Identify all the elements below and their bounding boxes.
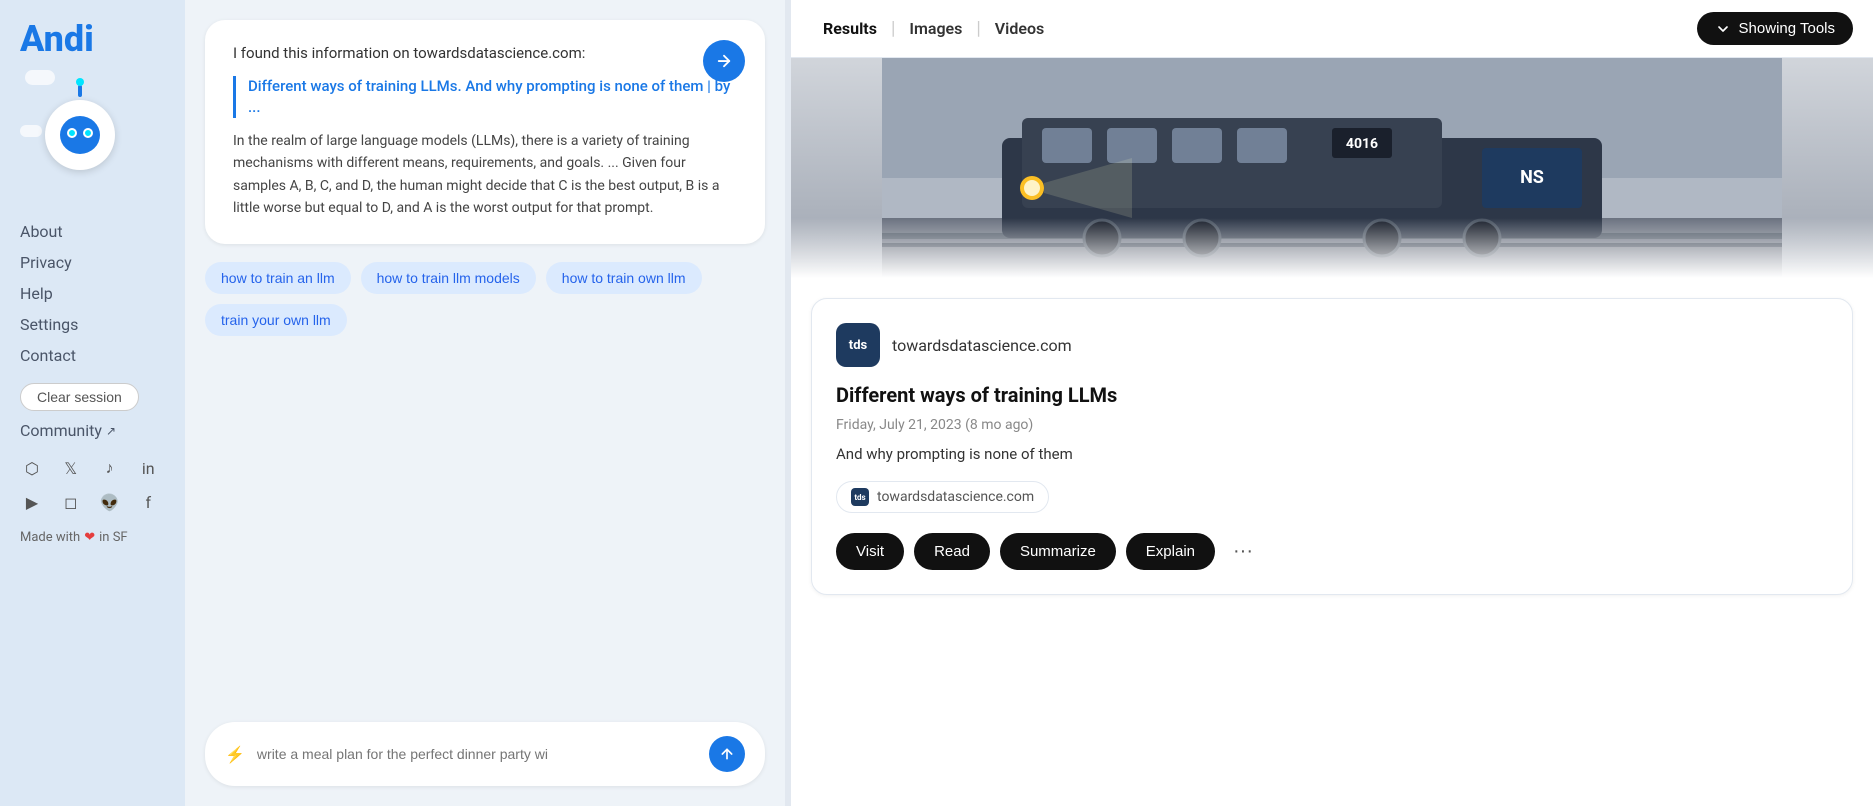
tab-separator-1: |	[889, 18, 897, 39]
results-panel: Results | Images | Videos Showing Tools	[791, 0, 1873, 806]
twitter-icon[interactable]: 𝕏	[59, 456, 83, 480]
sidebar-nav: About Privacy Help Settings Contact	[20, 220, 165, 367]
social-icons-grid: ⬡ 𝕏 ♪ in ▶ ◻ 👽 f	[20, 456, 165, 514]
arrow-right-icon	[715, 52, 733, 70]
robot-body	[45, 100, 115, 170]
tab-results[interactable]: Results	[811, 13, 889, 44]
community-link[interactable]: Community ↗	[20, 421, 116, 440]
tab-separator-2: |	[974, 18, 982, 39]
tiktok-icon[interactable]: ♪	[98, 456, 122, 480]
cloud-decoration	[25, 70, 55, 85]
pill-domain-label: towardsdatascience.com	[877, 489, 1034, 505]
chat-bubble: I found this information on towardsdatas…	[205, 20, 765, 244]
sidebar-item-contact[interactable]: Contact	[20, 344, 165, 367]
send-button[interactable]	[709, 736, 745, 772]
robot-eye-right	[83, 128, 93, 138]
explain-button[interactable]: Explain	[1126, 533, 1215, 570]
chat-body-text: In the realm of large language models (L…	[233, 130, 737, 220]
chat-bubble-header: I found this information on towardsdatas…	[233, 44, 737, 62]
chevron-down-icon	[1715, 21, 1731, 37]
result-date: Friday, July 21, 2023 (8 mo ago)	[836, 417, 1828, 433]
made-with-label: Made with ❤ in SF	[20, 530, 128, 545]
train-image: 4016 NS	[791, 58, 1873, 278]
result-card: tds towardsdatascience.com Different way…	[811, 298, 1853, 595]
chip-4[interactable]: train your own llm	[205, 304, 347, 336]
chat-panel: I found this information on towardsdatas…	[185, 0, 785, 806]
result-source-pill: tds towardsdatascience.com	[836, 481, 1049, 513]
chip-2[interactable]: how to train llm models	[361, 262, 536, 294]
chat-source-link[interactable]: Different ways of training LLMs. And why…	[233, 76, 737, 118]
lightning-icon: ⚡	[225, 745, 245, 764]
chip-3[interactable]: how to train own llm	[546, 262, 702, 294]
instagram-icon[interactable]: ◻	[59, 490, 83, 514]
chat-input-area: ⚡	[205, 722, 765, 786]
result-title: Different ways of training LLMs	[836, 383, 1828, 407]
clear-session-button[interactable]: Clear session	[20, 383, 139, 411]
results-header: Results | Images | Videos Showing Tools	[791, 0, 1873, 58]
reddit-icon[interactable]: 👽	[98, 490, 122, 514]
discord-icon[interactable]: ⬡	[20, 456, 44, 480]
linkedin-icon[interactable]: in	[136, 456, 160, 480]
results-content: 4016 NS	[791, 58, 1873, 806]
source-domain-label: towardsdatascience.com	[892, 336, 1072, 355]
chat-arrow-button[interactable]	[703, 40, 745, 82]
heart-icon: ❤	[84, 530, 95, 545]
result-source-row: tds towardsdatascience.com	[836, 323, 1828, 367]
youtube-icon[interactable]: ▶	[20, 490, 44, 514]
external-link-icon: ↗	[106, 424, 116, 438]
result-description: And why prompting is none of them	[836, 445, 1828, 463]
tab-videos[interactable]: Videos	[983, 13, 1056, 44]
sidebar-item-settings[interactable]: Settings	[20, 313, 165, 336]
facebook-icon[interactable]: f	[136, 490, 160, 514]
chip-1[interactable]: how to train an llm	[205, 262, 351, 294]
summarize-button[interactable]: Summarize	[1000, 533, 1116, 570]
image-fade-gradient	[791, 218, 1873, 278]
app-logo: Andi	[20, 18, 94, 60]
showing-tools-button[interactable]: Showing Tools	[1697, 12, 1853, 45]
sidebar-item-about[interactable]: About	[20, 220, 165, 243]
action-buttons-row: Visit Read Summarize Explain ···	[836, 533, 1828, 570]
robot-mascot	[20, 70, 140, 200]
svg-text:4016: 4016	[1346, 136, 1378, 152]
pill-favicon: tds	[851, 488, 869, 506]
sidebar-item-help[interactable]: Help	[20, 282, 165, 305]
visit-button[interactable]: Visit	[836, 533, 904, 570]
send-icon	[719, 746, 735, 762]
suggestion-chips: how to train an llm how to train llm mod…	[205, 262, 765, 336]
chat-input[interactable]	[257, 746, 697, 762]
sidebar: Andi About Privacy Help Settings Contact…	[0, 0, 185, 806]
more-options-button[interactable]: ···	[1225, 534, 1261, 570]
read-button[interactable]: Read	[914, 533, 990, 570]
robot-eye-left	[67, 128, 77, 138]
robot-head	[60, 116, 100, 154]
svg-text:NS: NS	[1520, 167, 1544, 188]
source-favicon: tds	[836, 323, 880, 367]
cloud-decoration-2	[20, 125, 42, 137]
sidebar-item-privacy[interactable]: Privacy	[20, 251, 165, 274]
tab-images[interactable]: Images	[897, 13, 974, 44]
robot-antenna	[78, 85, 82, 97]
robot-eyes	[67, 128, 93, 138]
